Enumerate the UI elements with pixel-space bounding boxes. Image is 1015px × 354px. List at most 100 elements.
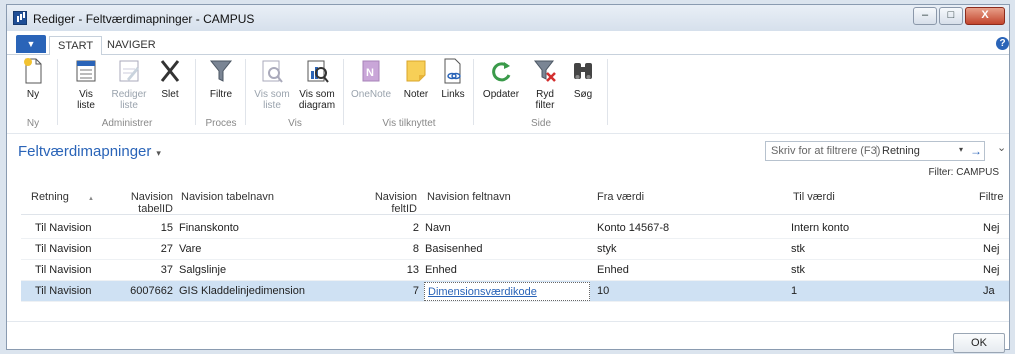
page-title-text: Feltværdimapninger — [18, 143, 152, 160]
col-header-field-name[interactable]: Navision feltnavn — [427, 191, 511, 203]
col-header-to-value[interactable]: Til værdi — [793, 191, 835, 203]
cell-filters: Nej — [983, 222, 1000, 234]
page-title[interactable]: Feltværdimapninger ▾ — [18, 143, 161, 160]
maximize-button[interactable]: □ — [939, 7, 963, 25]
arrow-right-icon[interactable]: → — [970, 144, 982, 158]
refresh-button[interactable]: Opdater — [479, 55, 523, 100]
table-row-selected[interactable]: Til Navision 6007662 GIS Kladdelinjedime… — [21, 281, 1009, 302]
collapse-chevron-icon[interactable]: ⌄ — [997, 141, 1006, 154]
view-as-list-icon — [260, 57, 284, 85]
field-name-edit-cell[interactable]: Dimensionsværdikode — [424, 282, 590, 301]
cell-table-id: 37 — [160, 264, 173, 276]
cell-field-id: 7 — [412, 285, 419, 297]
cell-direction: Til Navision — [35, 243, 92, 255]
col-header-filters[interactable]: Filtre — [979, 191, 1003, 203]
cell-filters: Nej — [983, 243, 1000, 255]
window-controls: – □ X — [911, 7, 1005, 25]
binoculars-icon — [571, 57, 595, 85]
cell-table-name: Vare — [179, 243, 202, 255]
table-row[interactable]: Til Navision 15 Finanskonto 2 Navn Konto… — [21, 218, 1009, 239]
clear-filter-button[interactable]: Ryd filter — [527, 55, 563, 111]
links-button[interactable]: Links — [437, 55, 469, 100]
group-label-page: Side — [530, 118, 551, 129]
ribbon-group-new: Ny Ny — [13, 55, 53, 131]
view-list-button[interactable]: Vis liste — [69, 55, 103, 111]
new-label: Ny — [26, 89, 40, 100]
ribbon-separator — [473, 59, 474, 125]
group-label-new: Ny — [26, 118, 40, 129]
delete-x-icon — [158, 57, 182, 85]
tab-start[interactable]: START — [49, 36, 103, 56]
col-header-field-id[interactable]: Navision feltID — [371, 191, 417, 215]
ribbon-group-related: N OneNote Noter Links Vis tilknyttet — [347, 55, 471, 131]
search-field-select[interactable]: Retning — [882, 145, 920, 157]
cell-direction: Til Navision — [35, 222, 92, 234]
ribbon-tabs: ▼ START NAVIGER ? — [7, 31, 1009, 56]
links-label: Links — [441, 89, 465, 100]
table-row[interactable]: Til Navision 37 Salgslinje 13 Enhed Enhe… — [21, 260, 1009, 281]
clear-filter-icon — [533, 57, 557, 85]
file-menu-button[interactable]: ▼ — [16, 35, 46, 53]
edit-list-icon — [117, 57, 141, 85]
ribbon-group-view: Vis som liste Vis som diagram Vis — [249, 55, 341, 131]
maximize-icon: □ — [947, 9, 955, 21]
onenote-icon: N — [359, 57, 383, 85]
search-button[interactable]: Søg — [567, 55, 599, 100]
cell-direction: Til Navision — [35, 264, 92, 276]
window-title: Rediger - Feltværdimapninger - CAMPUS — [33, 12, 255, 26]
search-divider — [876, 145, 877, 157]
ribbon: Ny Ny Vis liste Rediger liste Slet Admin… — [7, 55, 1009, 133]
onenote-button[interactable]: N OneNote — [349, 55, 393, 100]
filter-search-box[interactable]: Skriv for at filtrere (F3) Retning ▾ → — [765, 141, 985, 161]
view-as-chart-label: Vis som diagram — [298, 89, 336, 111]
group-label-view: Vis — [288, 118, 302, 129]
view-as-list-button[interactable]: Vis som liste — [251, 55, 293, 111]
cell-table-name: Salgslinje — [179, 264, 227, 276]
new-button[interactable]: Ny — [17, 55, 49, 100]
col-header-from-value[interactable]: Fra værdi — [597, 191, 644, 203]
delete-button[interactable]: Slet — [155, 55, 185, 100]
cell-field-name: Basisenhed — [425, 243, 483, 255]
cell-table-id: 6007662 — [130, 285, 173, 297]
view-as-list-label: Vis som liste — [254, 89, 290, 111]
view-as-chart-button[interactable]: Vis som diagram — [295, 55, 339, 111]
links-icon — [441, 57, 465, 85]
ribbon-separator — [343, 59, 344, 125]
cell-to-value: 1 — [791, 285, 798, 297]
dropdown-arrow-icon[interactable]: ▾ — [959, 145, 963, 154]
app-chart-icon — [13, 11, 27, 25]
field-name-link[interactable]: Dimensionsværdikode — [428, 286, 537, 298]
close-button[interactable]: X — [965, 7, 1005, 25]
minimize-button[interactable]: – — [913, 7, 937, 25]
refresh-label: Opdater — [482, 89, 520, 100]
cell-from-value: 10 — [597, 285, 610, 297]
close-icon: X — [981, 9, 989, 21]
cell-direction: Til Navision — [35, 285, 92, 297]
col-header-table-id[interactable]: Navision tabelID — [125, 191, 173, 215]
filters-button[interactable]: Filtre — [203, 55, 239, 100]
ribbon-separator — [607, 59, 608, 125]
cell-to-value: Intern konto — [791, 222, 850, 234]
col-header-direction[interactable]: Retning ▲ — [31, 191, 94, 205]
edit-list-button[interactable]: Rediger liste — [109, 55, 149, 111]
chevron-down-icon: ▾ — [156, 148, 161, 158]
refresh-icon — [489, 57, 513, 85]
cell-field-id: 2 — [412, 222, 419, 234]
ok-button[interactable]: OK — [953, 333, 1005, 353]
table-row[interactable]: Til Navision 27 Vare 8 Basisenhed styk s… — [21, 239, 1009, 260]
search-input[interactable]: Skriv for at filtrere (F3) — [771, 145, 880, 157]
col-header-table-name[interactable]: Navision tabelnavn — [181, 191, 274, 203]
col-header-direction-text: Retning — [31, 191, 69, 203]
group-label-process: Proces — [205, 118, 237, 129]
edit-list-label: Rediger liste — [111, 89, 147, 111]
group-label-related: Vis tilknyttet — [382, 118, 436, 129]
notes-label: Noter — [403, 89, 429, 100]
onenote-label: OneNote — [350, 89, 392, 100]
cell-from-value: styk — [597, 243, 617, 255]
help-icon[interactable]: ? — [996, 37, 1009, 50]
cell-filters: Ja — [983, 285, 995, 297]
tab-navigate[interactable]: NAVIGER — [99, 36, 164, 56]
notes-button[interactable]: Noter — [399, 55, 433, 100]
ribbon-group-manage: Vis liste Rediger liste Slet Administrer — [61, 55, 193, 131]
new-document-icon — [22, 57, 44, 85]
